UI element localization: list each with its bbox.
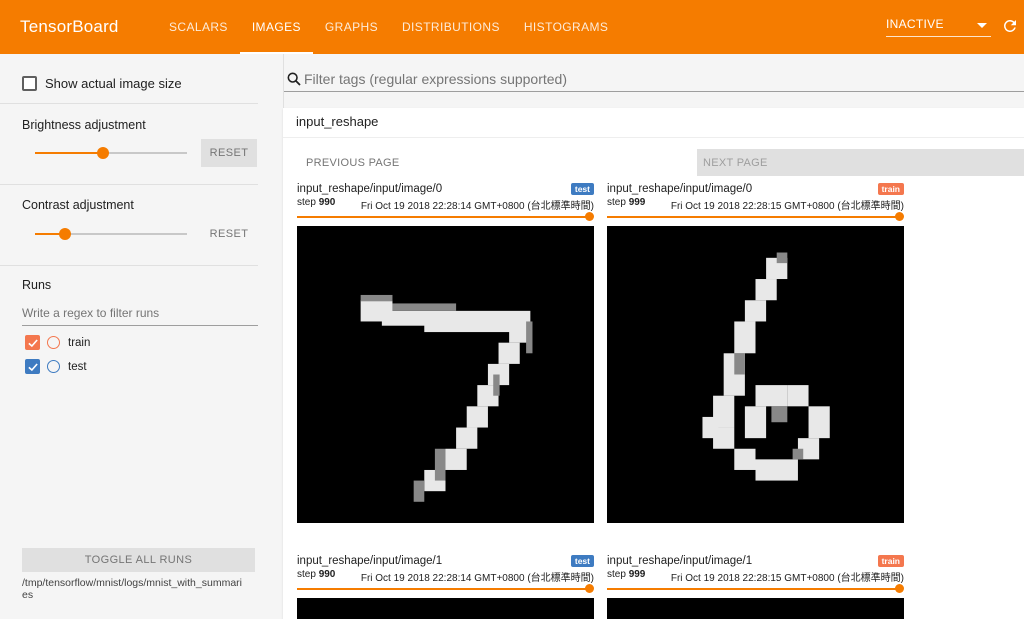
previous-page-button[interactable]: PREVIOUS PAGE [306, 149, 400, 176]
image-display [297, 598, 594, 619]
run-badge: train [877, 183, 904, 195]
contrast-slider[interactable] [35, 228, 187, 240]
run-name: train [68, 336, 91, 349]
digit-image [607, 226, 904, 523]
plugin-tabs: SCALARS IMAGES GRAPHS DISTRIBUTIONS HIST… [157, 0, 620, 54]
brightness-reset-button[interactable]: RESET [201, 139, 257, 167]
step-text: step [607, 197, 626, 208]
slider-track [297, 588, 590, 590]
run-badge: test [570, 555, 594, 567]
check-icon [27, 362, 38, 371]
runs-label: Runs [22, 278, 52, 292]
slider-knob[interactable] [585, 212, 594, 221]
step-value: 990 [318, 569, 336, 580]
brightness-label: Brightness adjustment [22, 118, 146, 132]
divider [0, 265, 258, 266]
check-icon [27, 338, 38, 347]
image-display [607, 598, 904, 619]
app-title: TensorBoard [20, 17, 119, 36]
checkbox-box [22, 76, 37, 91]
divider [0, 184, 258, 185]
step-value: 990 [318, 197, 336, 208]
slider-track [607, 588, 900, 590]
tab-images[interactable]: IMAGES [239, 0, 313, 54]
tag-filter-placeholder: Filter tags (regular expressions support… [304, 71, 568, 87]
run-checkbox-train[interactable] [25, 335, 40, 350]
divider [0, 103, 258, 104]
tab-scalars[interactable]: SCALARS [157, 0, 240, 54]
search-icon [286, 71, 302, 92]
run-item-train[interactable]: train [25, 335, 90, 350]
tab-distributions[interactable]: DISTRIBUTIONS [390, 0, 512, 54]
brightness-slider[interactable] [35, 147, 187, 159]
image-tag: input_reshape/input/image/0 [607, 183, 753, 195]
tag-filter-input[interactable]: Filter tags (regular expressions support… [284, 66, 1024, 92]
step-text: step [297, 197, 316, 208]
step-label: step 990 [297, 569, 335, 580]
slider-knob[interactable] [895, 584, 904, 593]
wall-time: Fri Oct 19 2018 22:28:15 GMT+0800 (台北標準時… [670, 573, 904, 584]
contrast-reset-button[interactable]: RESET [201, 220, 257, 248]
run-badge: test [570, 183, 594, 195]
sidebar: Show actual image size Brightness adjust… [0, 54, 284, 619]
run-checkbox-test[interactable] [25, 359, 40, 374]
step-value: 999 [628, 569, 646, 580]
step-label: step 999 [607, 197, 645, 208]
show-actual-size-checkbox[interactable]: Show actual image size [22, 76, 182, 91]
step-text: step [297, 569, 316, 580]
step-label: step 999 [607, 569, 645, 580]
slider-knob[interactable] [59, 228, 72, 240]
image-display [297, 226, 594, 523]
wall-time: Fri Oct 19 2018 22:28:15 GMT+0800 (台北標準時… [670, 201, 904, 212]
run-name: test [68, 360, 87, 373]
divider [283, 137, 1024, 138]
toggle-all-runs-button[interactable]: TOGGLE ALL RUNS [22, 548, 255, 572]
step-text: step [607, 569, 626, 580]
step-label: step 990 [297, 197, 335, 208]
image-tag: input_reshape/input/image/1 [607, 555, 753, 567]
logdir-path: /tmp/tensorflow/mnist/logs/mnist_with_su… [22, 577, 242, 601]
slider-track [297, 216, 590, 218]
category-title[interactable]: input_reshape [296, 114, 378, 129]
show-actual-size-label: Show actual image size [45, 76, 182, 91]
tab-graphs[interactable]: GRAPHS [313, 0, 390, 54]
slider-knob[interactable] [585, 584, 594, 593]
step-slider[interactable] [607, 584, 904, 593]
step-slider[interactable] [607, 212, 904, 221]
inactive-dropdown-value: INACTIVE [886, 17, 944, 31]
runs-filter-input[interactable]: Write a regex to filter runs [22, 306, 258, 326]
next-page-button[interactable]: NEXT PAGE [697, 149, 1024, 176]
step-slider[interactable] [297, 212, 594, 221]
wall-time: Fri Oct 19 2018 22:28:14 GMT+0800 (台北標準時… [360, 573, 594, 584]
step-value: 999 [628, 197, 646, 208]
digit-image [297, 226, 594, 523]
slider-fill [35, 152, 104, 154]
slider-knob[interactable] [895, 212, 904, 221]
slider-track [607, 216, 900, 218]
slider-knob[interactable] [97, 147, 110, 159]
refresh-icon[interactable] [1001, 17, 1019, 35]
run-item-test[interactable]: test [25, 359, 87, 374]
chevron-down-icon [977, 23, 987, 28]
run-color-swatch[interactable] [47, 360, 60, 373]
run-color-swatch[interactable] [47, 336, 60, 349]
image-tag: input_reshape/input/image/0 [297, 183, 443, 195]
image-tag: input_reshape/input/image/1 [297, 555, 443, 567]
tab-histograms[interactable]: HISTOGRAMS [512, 0, 620, 54]
image-display [607, 226, 904, 523]
step-slider[interactable] [297, 584, 594, 593]
run-badge: train [877, 555, 904, 567]
inactive-plugins-dropdown[interactable]: INACTIVE [886, 17, 991, 37]
wall-time: Fri Oct 19 2018 22:28:14 GMT+0800 (台北標準時… [360, 201, 594, 212]
contrast-label: Contrast adjustment [22, 198, 134, 212]
top-toolbar: TensorBoard SCALARS IMAGES GRAPHS DISTRI… [0, 0, 1024, 54]
